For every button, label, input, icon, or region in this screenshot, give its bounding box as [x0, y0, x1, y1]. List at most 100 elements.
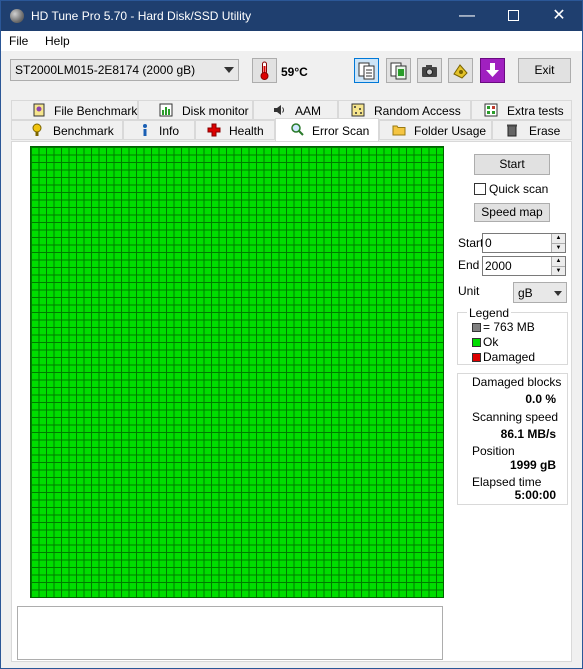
- quick-scan-label: Quick scan: [489, 182, 549, 196]
- tab-label: Error Scan: [312, 124, 370, 138]
- position-label: Position: [472, 444, 515, 458]
- screenshot-button[interactable]: [417, 58, 442, 83]
- unit-select-value: gB: [518, 286, 533, 300]
- spin-up-icon[interactable]: ▲: [551, 257, 565, 266]
- health-cross-icon: [207, 123, 221, 137]
- title-bar[interactable]: HD Tune Pro 5.70 - Hard Disk/SSD Utility…: [1, 1, 582, 31]
- close-icon: ✕: [552, 7, 566, 24]
- drive-select[interactable]: ST2000LM015-2E8174 (2000 gB): [10, 59, 239, 81]
- save-down-arrow-icon: [486, 63, 499, 77]
- scan-block-map: [30, 146, 444, 598]
- options-icon: [453, 64, 468, 79]
- hdtune-app-icon: [10, 9, 24, 23]
- spin-up-icon[interactable]: ▲: [551, 234, 565, 243]
- maximize-icon: [507, 10, 519, 22]
- tab-info[interactable]: Info: [123, 120, 195, 140]
- legend-block-swatch: [472, 323, 481, 332]
- toolbar: ST2000LM015-2E8174 (2000 gB) 59°C Exit: [1, 52, 582, 92]
- menu-bar: File Help: [1, 31, 582, 51]
- thermometer-icon: [260, 61, 269, 80]
- tab-label: Info: [159, 124, 180, 138]
- legend-ok-swatch: [472, 338, 481, 347]
- tab-label: Extra tests: [507, 104, 564, 118]
- maximize-button[interactable]: [490, 1, 536, 31]
- save-button[interactable]: [480, 58, 505, 83]
- start-field-label: Start: [458, 236, 484, 250]
- info-icon: [143, 124, 147, 136]
- chevron-down-icon: [554, 291, 562, 296]
- scanning-speed-value: 86.1 MB/s: [500, 427, 556, 441]
- tab-aam[interactable]: AAM: [253, 100, 338, 120]
- end-spinner[interactable]: 2000 ▲ ▼: [482, 256, 566, 276]
- magnifier-icon: [291, 123, 304, 136]
- tab-file-benchmark[interactable]: File Benchmark: [11, 100, 138, 120]
- start-spinner[interactable]: 0 ▲ ▼: [482, 233, 566, 253]
- tab-error-scan[interactable]: Error Scan: [275, 118, 379, 141]
- tab-benchmark[interactable]: Benchmark: [11, 120, 123, 140]
- screenshot-camera-icon: [422, 65, 437, 77]
- file-benchmark-icon: [33, 103, 45, 117]
- random-access-icon: [351, 103, 365, 117]
- folder-icon: [392, 125, 406, 136]
- legend-ok-label: Ok: [483, 335, 499, 349]
- minimize-button[interactable]: —: [444, 1, 490, 31]
- tab-folder-usage[interactable]: Folder Usage: [379, 120, 492, 140]
- copy-info-icon: [390, 62, 407, 80]
- temperature-readout: 59°C: [281, 65, 308, 79]
- extra-tests-icon: [484, 103, 498, 117]
- options-button[interactable]: [448, 58, 473, 83]
- close-button[interactable]: ✕: [536, 1, 582, 31]
- damaged-blocks-value: 0.0 %: [525, 392, 556, 406]
- legend-damaged-swatch: [472, 353, 481, 362]
- quick-scan-checkbox[interactable]: [474, 183, 486, 195]
- chevron-down-icon: [224, 67, 234, 73]
- end-field-label: End: [458, 258, 480, 272]
- disk-monitor-icon: [159, 103, 173, 117]
- copy-info-button[interactable]: [386, 58, 411, 83]
- spin-down-icon[interactable]: ▼: [551, 243, 565, 252]
- app-window: HD Tune Pro 5.70 - Hard Disk/SSD Utility…: [0, 0, 583, 669]
- tab-row-bottom: Benchmark Info Health Error Scan Folder …: [11, 118, 572, 141]
- legend-block-size: = 763 MB: [483, 320, 535, 334]
- tab-label: File Benchmark: [54, 104, 138, 118]
- tab-erase[interactable]: Erase: [492, 120, 572, 140]
- window-title: HD Tune Pro 5.70 - Hard Disk/SSD Utility: [31, 9, 252, 23]
- tab-label: Health: [229, 124, 264, 138]
- tab-label: Random Access: [374, 104, 461, 118]
- drive-select-value: ST2000LM015-2E8174 (2000 gB): [15, 63, 196, 77]
- speaker-icon: [274, 105, 284, 115]
- tab-disk-monitor[interactable]: Disk monitor: [138, 100, 253, 120]
- elapsed-time-value: 5:00:00: [514, 488, 556, 502]
- menu-file[interactable]: File: [9, 34, 28, 48]
- copy-text-icon: [358, 62, 375, 80]
- speed-map-button[interactable]: Speed map: [474, 203, 550, 222]
- tab-label: Erase: [529, 124, 561, 138]
- copy-text-button[interactable]: [354, 58, 379, 83]
- unit-field-label: Unit: [458, 284, 480, 298]
- tab-row-top: File Benchmark Disk monitor AAM Random A…: [11, 100, 572, 120]
- menu-help[interactable]: Help: [45, 34, 70, 48]
- spin-down-icon[interactable]: ▼: [551, 266, 565, 275]
- exit-button[interactable]: Exit: [518, 58, 571, 83]
- tab-health[interactable]: Health: [195, 120, 275, 140]
- start-spinner-value: 0: [485, 236, 492, 250]
- tab-extra-tests[interactable]: Extra tests: [471, 100, 572, 120]
- minimize-icon: —: [459, 7, 475, 24]
- benchmark-icon: [32, 123, 42, 136]
- elapsed-time-label: Elapsed time: [472, 475, 542, 489]
- temperature-button[interactable]: [252, 58, 277, 83]
- damaged-blocks-label: Damaged blocks: [472, 375, 562, 389]
- unit-select[interactable]: gB: [513, 282, 567, 303]
- scan-log-box[interactable]: [17, 606, 443, 660]
- error-scan-panel: Start Quick scan Speed map Start 0 ▲ ▼ E…: [11, 141, 572, 662]
- tab-label: Folder Usage: [414, 124, 487, 138]
- tab-label: Disk monitor: [182, 104, 249, 118]
- trash-icon: [507, 124, 517, 137]
- legend-damaged-label: Damaged: [483, 350, 536, 364]
- start-button[interactable]: Start: [474, 154, 550, 175]
- scanning-speed-label: Scanning speed: [472, 410, 559, 424]
- position-value: 1999 gB: [509, 458, 556, 472]
- end-spinner-value: 2000: [485, 259, 512, 273]
- legend-title: Legend: [467, 306, 512, 320]
- tab-random-access[interactable]: Random Access: [338, 100, 471, 120]
